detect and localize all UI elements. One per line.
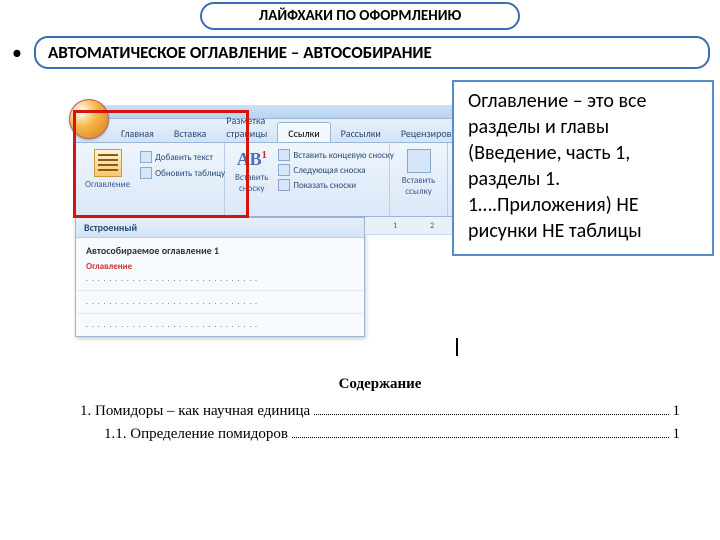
ruler-tick: 1 bbox=[393, 221, 397, 231]
text-cursor-icon bbox=[456, 338, 458, 356]
toc-dropdown-panel: Встроенный Автособираемое оглавление 1 О… bbox=[75, 217, 365, 337]
toc-example-heading: Содержание bbox=[80, 376, 680, 393]
subtitle-pill: АВТОМАТИЧЕСКОЕ ОГЛАВЛЕНИЕ – АВТОСОБИРАНИ… bbox=[34, 36, 710, 69]
tab-mailings[interactable]: Рассылки bbox=[331, 123, 391, 142]
show-notes-button[interactable]: Показать сноски bbox=[278, 179, 394, 191]
update-icon bbox=[140, 167, 152, 179]
ruler-tick: 2 bbox=[430, 221, 434, 231]
toc-template-item-3[interactable]: . . . . . . . . . . . . . . . . . . . . … bbox=[76, 314, 364, 336]
toc-template-preview-line: . . . . . . . . . . . . . . . . . . . . … bbox=[86, 320, 354, 330]
toc-row-page: 1 bbox=[673, 403, 681, 420]
toc-label: Оглавление bbox=[85, 179, 130, 190]
toc-template-title: Автособираемое оглавление 1 bbox=[86, 244, 354, 257]
update-toc-button[interactable]: Обновить таблицу bbox=[140, 167, 225, 179]
next-footnote-button[interactable]: Следующая сноска bbox=[278, 164, 394, 176]
tab-insert[interactable]: Вставка bbox=[164, 123, 216, 142]
toc-row: 1.1. Определение помидоров 1 bbox=[80, 426, 680, 443]
next-footnote-icon bbox=[278, 164, 290, 176]
insert-footnote-button[interactable]: AB1 Вставить сноску bbox=[231, 147, 272, 196]
tab-pagelayout[interactable]: Разметка страницы bbox=[216, 110, 277, 142]
toc-row: 1. Помидоры – как научная единица 1 bbox=[80, 403, 680, 420]
insert-footnote-label: Вставить сноску bbox=[235, 172, 268, 194]
info-callout: Оглавление – это все разделы и главы (Вв… bbox=[452, 80, 714, 256]
ribbon: Оглавление Добавить текст Обновить табли… bbox=[75, 143, 470, 217]
bullet-icon: • bbox=[10, 41, 24, 65]
endnote-icon bbox=[278, 149, 290, 161]
add-text-button[interactable]: Добавить текст bbox=[140, 151, 225, 163]
ribbon-group-footnotes: AB1 Вставить сноску Вставить концевую сн… bbox=[225, 143, 390, 216]
toc-template-item-1[interactable]: Автособираемое оглавление 1 Оглавление .… bbox=[76, 238, 364, 291]
header-title-badge: ЛАЙФХАКИ ПО ОФОРМЛЕНИЮ bbox=[200, 2, 520, 30]
ribbon-group-toc: Оглавление Добавить текст Обновить табли… bbox=[75, 143, 225, 216]
citation-icon bbox=[407, 149, 431, 173]
ribbon-tabs: Главная Вставка Разметка страницы Ссылки… bbox=[75, 119, 470, 143]
subtitle-row: • АВТОМАТИЧЕСКОЕ ОГЛАВЛЕНИЕ – АВТОСОБИРА… bbox=[10, 36, 710, 69]
toc-row-label: 1. Помидоры – как научная единица bbox=[80, 403, 310, 420]
word-window: Главная Вставка Разметка страницы Ссылки… bbox=[75, 105, 470, 355]
insert-citation-label: Вставить ссылку bbox=[400, 175, 437, 197]
toc-template-preview-line: . . . . . . . . . . . . . . . . . . . . … bbox=[86, 297, 354, 307]
ribbon-group-citations: Вставить ссылку bbox=[390, 143, 448, 216]
tab-references[interactable]: Ссылки bbox=[277, 122, 330, 142]
toc-template-item-2[interactable]: . . . . . . . . . . . . . . . . . . . . … bbox=[76, 291, 364, 314]
info-text: Оглавление – это все разделы и главы (Вв… bbox=[468, 89, 646, 243]
dropdown-section-header: Встроенный bbox=[76, 218, 364, 238]
office-button-icon[interactable] bbox=[69, 99, 109, 139]
toc-template-preview-line: . . . . . . . . . . . . . . . . . . . . … bbox=[86, 274, 354, 284]
tab-home[interactable]: Главная bbox=[111, 123, 164, 142]
insert-endnote-button[interactable]: Вставить концевую сноску bbox=[278, 149, 394, 161]
toc-example: Содержание 1. Помидоры – как научная еди… bbox=[80, 376, 680, 449]
toc-leader-dots bbox=[314, 414, 668, 415]
add-text-icon bbox=[140, 151, 152, 163]
toc-preview-heading: Оглавление bbox=[86, 261, 354, 272]
toc-icon bbox=[94, 149, 122, 177]
toc-row-page: 1 bbox=[673, 426, 681, 443]
toc-leader-dots bbox=[292, 437, 669, 438]
header-title-text: ЛАЙФХАКИ ПО ОФОРМЛЕНИЮ bbox=[259, 7, 461, 25]
subtitle-text: АВТОМАТИЧЕСКОЕ ОГЛАВЛЕНИЕ – АВТОСОБИРАНИ… bbox=[48, 42, 432, 63]
insert-citation-button[interactable]: Вставить ссылку bbox=[396, 147, 441, 199]
ab-icon: AB1 bbox=[237, 149, 267, 170]
toc-row-label: 1.1. Определение помидоров bbox=[104, 426, 288, 443]
show-notes-icon bbox=[278, 179, 290, 191]
toc-button[interactable]: Оглавление bbox=[81, 147, 134, 192]
